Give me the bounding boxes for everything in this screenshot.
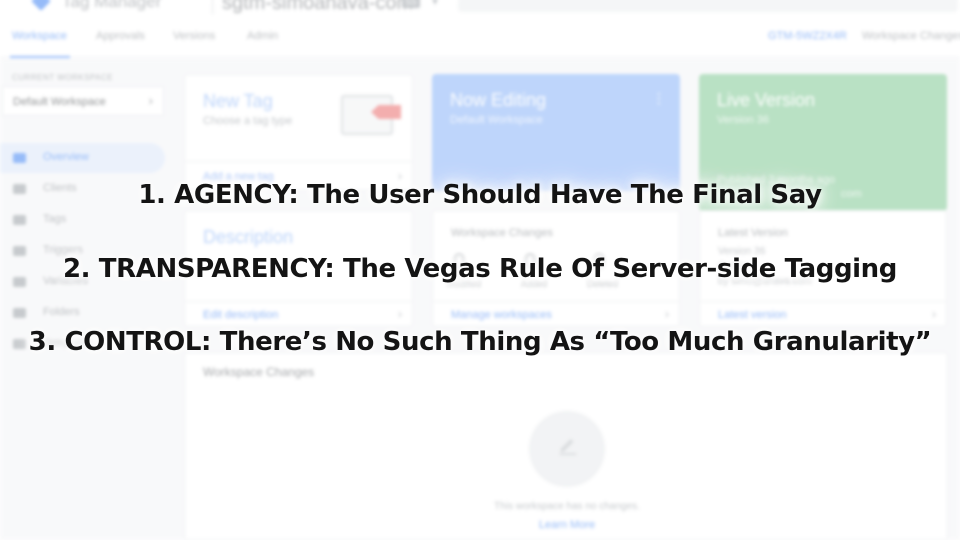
new-tag-subtitle: Choose a tag type: [203, 115, 293, 127]
chevron-right-icon: ›: [665, 307, 669, 321]
now-editing-workspace: Default Workspace: [450, 114, 543, 126]
latest-version-link[interactable]: Latest version: [718, 309, 786, 321]
workspace-changes-label: Workspace Changes: [862, 30, 960, 42]
card-divider: [433, 301, 679, 302]
description-title: Description: [203, 227, 294, 247]
live-version-number: Version 36: [717, 114, 769, 126]
chevron-right-icon: ›: [932, 307, 936, 321]
overview-icon: [13, 153, 26, 163]
card-divider: [185, 161, 412, 162]
learn-more-link[interactable]: Learn More: [185, 519, 949, 531]
headline-agency: 1. AGENCY: The User Should Have The Fina…: [138, 180, 822, 210]
container-type-badge: SS: [402, 0, 421, 8]
top-bar-divider: [212, 0, 213, 14]
tab-workspace[interactable]: Workspace: [12, 30, 67, 42]
workspace-tab-bar: Workspace Approvals Versions Admin GTM-5…: [0, 16, 960, 58]
gtm-logo-icon: [31, 0, 51, 11]
top-bar: Tag Manager sgtm-simoahava-com SS ▾: [0, 0, 960, 16]
workspace-changes-title: Workspace Changes: [451, 227, 553, 239]
empty-state-text: This workspace has no changes.: [494, 501, 640, 512]
workspace-selector[interactable]: Default Workspace ›: [2, 86, 164, 116]
now-editing-card: Now Editing Default Workspace ⋮: [432, 74, 680, 191]
headline-control: 3. CONTROL: There’s No Such Thing As “To…: [28, 327, 932, 357]
search-bar[interactable]: [458, 0, 958, 12]
workspace-changes-panel: Workspace Changes This workspace has no …: [184, 352, 948, 540]
tab-approvals[interactable]: Approvals: [96, 30, 145, 42]
workspace-changes-panel-title: Workspace Changes: [203, 365, 315, 379]
sidebar-item-folders[interactable]: Folders: [0, 298, 165, 328]
container-dropdown-icon[interactable]: ▾: [432, 0, 438, 8]
container-selector[interactable]: sgtm-simoahava-com: [222, 0, 413, 15]
manage-workspaces-link[interactable]: Manage workspaces: [451, 309, 552, 321]
tab-admin[interactable]: Admin: [247, 30, 278, 42]
workspace-name: Default Workspace: [13, 96, 106, 108]
pencil-icon: [559, 438, 577, 455]
active-tab-indicator: [10, 56, 70, 58]
tab-versions[interactable]: Versions: [173, 30, 215, 42]
chevron-right-icon: ›: [398, 307, 402, 321]
headline-transparency: 2. TRANSPARENCY: The Vegas Rule Of Serve…: [62, 254, 897, 284]
sidebar-item-label: Tags: [43, 213, 67, 225]
container-id[interactable]: GTM-5WZ2X4R: [768, 30, 847, 42]
sidebar-item-label: Folders: [43, 306, 80, 318]
product-name: Tag Manager: [62, 0, 162, 11]
new-tag-card[interactable]: New Tag Choose a tag type Add a new tag …: [184, 74, 413, 191]
edit-description-link[interactable]: Edit description: [203, 309, 278, 321]
tags-icon: [13, 215, 26, 225]
card-divider: [700, 301, 946, 302]
card-divider: [185, 301, 412, 302]
sidebar-item-label: Overview: [43, 151, 89, 163]
more-options-icon[interactable]: ⋮: [652, 90, 666, 107]
sidebar-item-overview[interactable]: Overview: [0, 143, 165, 173]
current-workspace-label: CURRENT WORKSPACE: [12, 73, 114, 82]
latest-version-title: Latest Version: [718, 227, 788, 239]
new-tag-title: New Tag: [203, 91, 273, 111]
folders-icon: [13, 308, 26, 318]
now-editing-title: Now Editing: [450, 90, 547, 110]
live-version-title: Live Version: [717, 90, 816, 110]
chevron-right-icon: ›: [148, 93, 153, 108]
